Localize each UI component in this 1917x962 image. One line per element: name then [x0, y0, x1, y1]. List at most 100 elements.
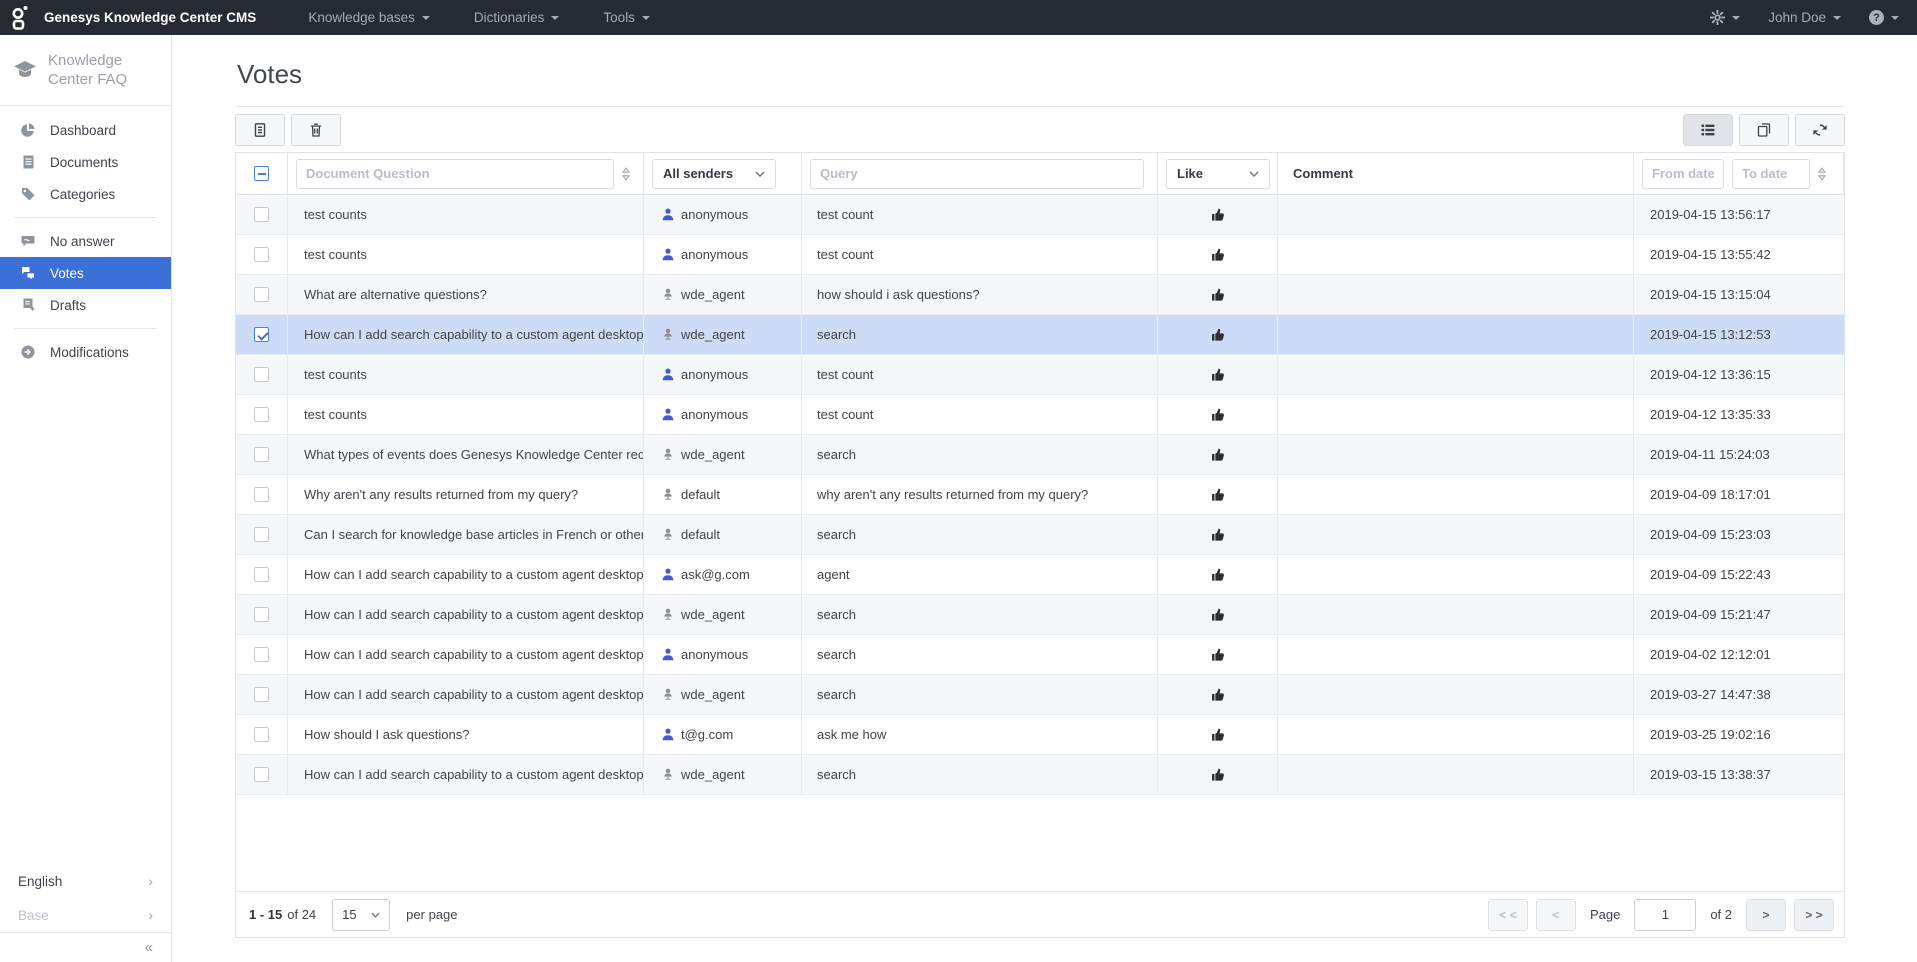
like-cell [1158, 275, 1278, 314]
menu-dictionaries[interactable]: Dictionaries [474, 10, 560, 25]
double-chevron-right-icon: > > [1805, 908, 1822, 922]
table-row[interactable]: What types of events does Genesys Knowle… [236, 435, 1844, 475]
query-cell: search [817, 647, 856, 662]
sort-icon[interactable] [1817, 166, 1827, 182]
thumb-up-icon [1211, 408, 1225, 422]
table-row[interactable]: How should I ask questions? t@g.com ask … [236, 715, 1844, 755]
language-selector[interactable]: English › [0, 864, 171, 898]
row-checkbox[interactable] [254, 487, 269, 502]
table-row[interactable]: How can I add search capability to a cus… [236, 315, 1844, 355]
chevron-down-icon [1833, 16, 1841, 20]
row-checkbox[interactable] [254, 327, 269, 342]
row-checkbox[interactable] [254, 367, 269, 382]
vote-date-cell: 2019-04-15 13:12:53 [1650, 327, 1771, 342]
last-page-button[interactable]: > > [1794, 899, 1834, 931]
query-filter-input[interactable] [810, 159, 1144, 189]
settings-menu[interactable] [1710, 10, 1740, 25]
row-select-cell [236, 275, 288, 314]
page-size-select[interactable]: 15 [332, 899, 390, 931]
sender-header-cell: All senders [644, 153, 802, 194]
row-checkbox[interactable] [254, 647, 269, 662]
row-checkbox[interactable] [254, 207, 269, 222]
row-checkbox[interactable] [254, 767, 269, 782]
row-checkbox[interactable] [254, 247, 269, 262]
agent-icon [662, 528, 674, 541]
thumb-up-icon [1211, 288, 1225, 302]
page-number-input[interactable] [1634, 899, 1696, 931]
to-date-filter-input[interactable] [1732, 159, 1810, 189]
table-row[interactable]: How can I add search capability to a cus… [236, 755, 1844, 795]
table-row[interactable]: test counts anonymous test count 2019-04… [236, 235, 1844, 275]
table-row[interactable]: Why aren't any results returned from my … [236, 475, 1844, 515]
row-checkbox[interactable] [254, 287, 269, 302]
delete-button[interactable] [291, 114, 341, 146]
help-menu[interactable]: ? [1869, 10, 1899, 25]
comment-cell [1278, 475, 1634, 514]
like-cell [1158, 555, 1278, 594]
base-language-label: Base [18, 908, 49, 923]
menu-tools[interactable]: Tools [603, 10, 650, 25]
table-row[interactable]: How can I add search capability to a cus… [236, 595, 1844, 635]
table-row[interactable]: How can I add search capability to a cus… [236, 675, 1844, 715]
table-row[interactable]: test counts anonymous test count 2019-04… [236, 195, 1844, 235]
sender-cell: default [681, 527, 720, 542]
report-button[interactable] [235, 114, 285, 146]
comment-header-cell: Comment [1278, 153, 1634, 194]
sidebar-item-votes[interactable]: Votes [0, 257, 171, 289]
user-menu[interactable]: John Doe [1768, 10, 1841, 25]
like-select[interactable]: Like [1166, 159, 1270, 189]
comment-cell [1278, 515, 1634, 554]
list-view-button[interactable] [1683, 114, 1733, 146]
select-all-checkbox[interactable] [254, 166, 269, 181]
collapse-icon: « [145, 939, 153, 956]
chevron-down-icon [1249, 171, 1259, 177]
knowledge-base-header[interactable]: Knowledge Center FAQ [0, 35, 171, 106]
refresh-button[interactable] [1795, 114, 1845, 146]
from-date-filter-input[interactable] [1642, 159, 1724, 189]
row-checkbox[interactable] [254, 447, 269, 462]
table-row[interactable]: test counts anonymous test count 2019-04… [236, 355, 1844, 395]
next-page-button[interactable]: > [1746, 899, 1786, 931]
row-checkbox[interactable] [254, 687, 269, 702]
menu-knowledge-bases[interactable]: Knowledge bases [308, 10, 430, 25]
row-checkbox[interactable] [254, 527, 269, 542]
query-cell: search [817, 447, 856, 462]
sender-cell: anonymous [681, 207, 748, 222]
sort-icon[interactable] [621, 166, 631, 182]
thumb-up-icon [1211, 448, 1225, 462]
chevron-down-icon [371, 912, 380, 918]
sidebar-item-no-answer[interactable]: No answer [0, 225, 171, 257]
table-row[interactable]: Can I search for knowledge base articles… [236, 515, 1844, 555]
sidebar-item-categories[interactable]: Categories [0, 178, 171, 210]
sidebar-item-dashboard[interactable]: Dashboard [0, 114, 171, 146]
all-senders-select[interactable]: All senders [652, 159, 776, 189]
table-empty-area [236, 795, 1844, 891]
row-checkbox[interactable] [254, 407, 269, 422]
sidebar-item-modifications[interactable]: Modifications [0, 336, 171, 368]
row-checkbox[interactable] [254, 607, 269, 622]
table-row[interactable]: How can I add search capability to a cus… [236, 555, 1844, 595]
table-row[interactable]: How can I add search capability to a cus… [236, 635, 1844, 675]
sidebar-collapse-button[interactable]: « [0, 932, 171, 962]
table-row[interactable]: What are alternative questions? wde_agen… [236, 275, 1844, 315]
thumb-up-icon [1211, 488, 1225, 502]
sidebar-item-drafts[interactable]: Drafts [0, 289, 171, 321]
document-question-cell: Can I search for knowledge base articles… [304, 527, 644, 542]
document-question-filter-input[interactable] [296, 159, 614, 189]
first-page-button[interactable]: < < [1488, 899, 1528, 931]
document-question-cell: test counts [304, 247, 367, 262]
table-row[interactable]: test counts anonymous test count 2019-04… [236, 395, 1844, 435]
query-cell: why aren't any results returned from my … [817, 487, 1088, 502]
table-body: test counts anonymous test count 2019-04… [236, 195, 1844, 795]
like-cell [1158, 475, 1278, 514]
base-language-selector[interactable]: Base › [0, 898, 171, 932]
table-footer: 1 - 15 of 24 15 per page < < < Page of 2… [236, 891, 1844, 937]
query-cell: search [817, 607, 856, 622]
row-checkbox[interactable] [254, 567, 269, 582]
row-checkbox[interactable] [254, 727, 269, 742]
sidebar-item-documents[interactable]: Documents [0, 146, 171, 178]
column-view-button[interactable] [1739, 114, 1789, 146]
sidebar: Knowledge Center FAQ Dashboard [0, 35, 172, 962]
chevron-down-icon [551, 16, 559, 20]
previous-page-button[interactable]: < [1536, 899, 1576, 931]
